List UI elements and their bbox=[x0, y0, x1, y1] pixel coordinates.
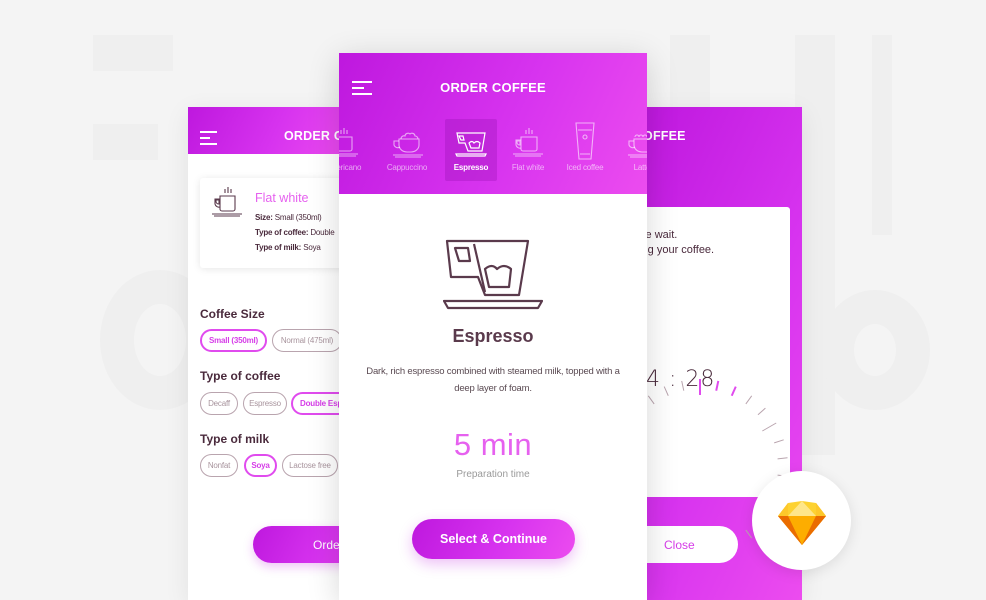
header-title: ORDER COFFEE bbox=[440, 80, 546, 95]
size-option-small[interactable]: Small (350ml) bbox=[200, 329, 267, 352]
coffee-selection-screen: ORDER COFFEE Americano bbox=[339, 53, 647, 600]
prep-time-label: Preparation time bbox=[456, 469, 530, 480]
cappuccino-cup-icon bbox=[393, 132, 423, 158]
close-button[interactable]: Close bbox=[640, 526, 738, 563]
coffee-size-title: Coffee Size bbox=[200, 307, 265, 321]
wait-message-line2: We are making your coffee. bbox=[640, 244, 715, 256]
size-label: Size: bbox=[255, 213, 273, 222]
category-cappuccino[interactable]: Cappuccino bbox=[381, 119, 433, 181]
product-name: Espresso bbox=[452, 326, 534, 346]
summary-product-name: Flat white bbox=[255, 191, 309, 205]
summary-size: Size: Small (350ml) bbox=[255, 213, 322, 222]
milk-option-soya[interactable]: Soya bbox=[244, 454, 277, 477]
coffee-label: Type of coffee: bbox=[255, 228, 309, 237]
category-americano[interactable]: Americano bbox=[339, 119, 369, 181]
select-continue-button[interactable]: Select & Continue bbox=[412, 519, 575, 559]
coffee-value: Double bbox=[310, 228, 335, 237]
timer-tick bbox=[715, 380, 720, 391]
coffee-option-espresso[interactable]: Espresso bbox=[243, 392, 287, 415]
sketch-logo-icon bbox=[778, 501, 826, 545]
summary-coffee: Type of coffee: Double bbox=[255, 228, 335, 237]
category-flat-white[interactable]: Flat white bbox=[502, 119, 554, 181]
close-button-label: Close bbox=[664, 537, 695, 552]
timer-tick bbox=[647, 395, 655, 405]
category-label: Latte bbox=[633, 163, 647, 172]
flat-white-cup-icon bbox=[513, 128, 543, 157]
espresso-cup-icon bbox=[455, 132, 487, 157]
timer-tick bbox=[762, 422, 777, 432]
timer-tick bbox=[757, 407, 766, 416]
timer-tick bbox=[777, 457, 788, 460]
watermark-bar bbox=[93, 35, 173, 71]
summary-milk: Type of milk: Soya bbox=[255, 243, 321, 252]
timer-tick bbox=[774, 439, 784, 444]
watermark-bar bbox=[872, 35, 892, 235]
milk-type-title: Type of milk bbox=[200, 432, 270, 446]
watermark-bar bbox=[93, 124, 158, 160]
wait-card: Please wait. We are making your coffee. … bbox=[640, 207, 790, 555]
milk-label: Type of milk: bbox=[255, 243, 302, 252]
menu-icon[interactable] bbox=[200, 131, 220, 145]
timer-tick bbox=[745, 395, 753, 405]
order-button[interactable]: Order bbox=[253, 526, 348, 563]
coffee-option-decaff[interactable]: Decaff bbox=[200, 392, 238, 415]
size-option-normal[interactable]: Normal (475ml) bbox=[272, 329, 342, 352]
latte-cup-icon bbox=[628, 134, 647, 158]
espresso-illustration-icon bbox=[443, 239, 543, 310]
category-iced-coffee[interactable]: Iced coffee bbox=[559, 119, 611, 181]
milk-option-nonfat[interactable]: Nonfat bbox=[200, 454, 238, 477]
app-header: ORDER COFFEE bbox=[188, 107, 348, 154]
milk-option-lactose-free[interactable]: Lactose free bbox=[282, 454, 338, 477]
sketch-badge bbox=[752, 471, 851, 570]
prep-time-value: 5 min bbox=[453, 427, 533, 462]
size-value: Small (350ml) bbox=[274, 213, 322, 222]
coffee-type-title: Type of coffee bbox=[200, 369, 281, 383]
category-carousel[interactable]: Americano Cappuccino bbox=[339, 119, 647, 181]
iced-coffee-glass-icon bbox=[575, 122, 595, 160]
category-latte[interactable]: Latte bbox=[616, 119, 647, 181]
category-label: Cappuccino bbox=[386, 163, 428, 172]
timer-tick bbox=[745, 529, 753, 539]
app-header: ORDER COFFEE Americano bbox=[339, 53, 647, 194]
flat-white-cup-icon bbox=[212, 187, 242, 217]
milk-value: Soya bbox=[303, 243, 321, 252]
order-summary-card: Flat white Size: Small (350ml) Type of c… bbox=[200, 178, 348, 268]
order-details-screen: ORDER COFFEE Flat white Size: Small (350… bbox=[188, 107, 348, 600]
category-espresso[interactable]: Espresso bbox=[445, 119, 497, 181]
americano-cup-icon bbox=[339, 128, 358, 157]
watermark-letter-p bbox=[820, 290, 930, 410]
product-description: Dark, rich espresso combined with steame… bbox=[366, 366, 620, 394]
timer-tick bbox=[730, 386, 737, 397]
countdown-timer: 4 : 28 bbox=[646, 367, 716, 392]
